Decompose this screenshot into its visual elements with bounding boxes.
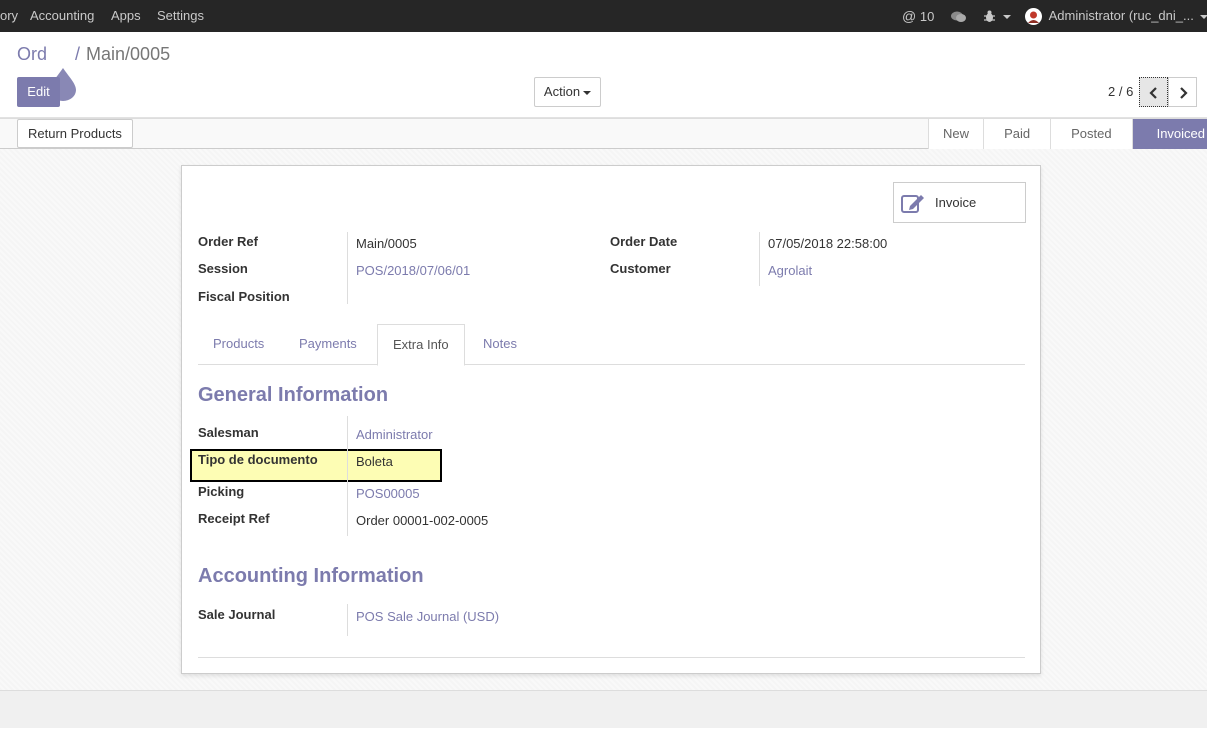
chat-icon[interactable] [950, 0, 967, 32]
picking-link[interactable]: POS00005 [356, 486, 420, 501]
invoice-button-label: Invoice [935, 195, 977, 210]
chevron-left-icon [1148, 87, 1157, 100]
menu-settings[interactable]: Settings [157, 0, 204, 32]
edit-button[interactable]: Edit [17, 77, 60, 107]
top-navbar: ory Accounting Apps Settings @ 10 Admini… [0, 0, 1207, 32]
avatar [1025, 8, 1042, 26]
salesman-link[interactable]: Administrator [356, 427, 433, 442]
breadcrumb: Ord / Main/0005 [17, 44, 170, 65]
sale-journal-link[interactable]: POS Sale Journal (USD) [356, 609, 499, 624]
menu-inventory[interactable]: ory [0, 0, 18, 32]
tab-payments[interactable]: Payments [284, 324, 372, 365]
pager-value[interactable]: 2 / 6 [1108, 84, 1133, 99]
order-date-value: 07/05/2018 22:58:00 [768, 236, 888, 251]
user-menu[interactable]: Administrator (ruc_dni_... [1025, 0, 1207, 32]
general-information-heading: General Information [198, 384, 389, 406]
fiscal-position-label: Fiscal Position [198, 289, 290, 304]
control-panel: Ord / Main/0005 Edit Action 2 / 6 [0, 32, 1207, 118]
return-products-button[interactable]: Return Products [17, 119, 133, 148]
caret-down-icon [583, 90, 592, 95]
divider [759, 232, 760, 286]
at-icon: @ [902, 8, 917, 24]
menu-apps[interactable]: Apps [111, 0, 141, 32]
order-ref-label: Order Ref [198, 234, 258, 249]
divider [347, 232, 348, 304]
caret-down-icon [1200, 14, 1207, 19]
receipt-ref-label: Receipt Ref [198, 511, 270, 526]
session-link[interactable]: POS/2018/07/06/01 [356, 263, 470, 278]
stage-posted: Posted [1050, 119, 1132, 149]
breadcrumb-current: Main/0005 [86, 44, 171, 64]
order-date-label: Order Date [610, 234, 678, 249]
stage-paid: Paid [983, 119, 1051, 149]
debug-bug-icon[interactable] [983, 0, 1011, 32]
notebook-tabs: Products Payments Extra Info Notes [198, 324, 1025, 366]
breadcrumb-separator: / [75, 44, 81, 64]
tipo-documento-value: Boleta [356, 454, 393, 469]
picking-label: Picking [198, 484, 245, 499]
stage-new: New [928, 119, 984, 149]
salesman-label: Salesman [198, 425, 259, 440]
statusbar: Return Products New Paid Posted Invoiced [0, 118, 1207, 149]
stage-pipeline: New Paid Posted Invoiced [928, 119, 1207, 149]
edit-pencil-icon [901, 195, 924, 213]
menu-accounting[interactable]: Accounting [30, 0, 94, 32]
pager-previous-button[interactable] [1139, 77, 1168, 107]
tab-extra-info[interactable]: Extra Info [377, 324, 465, 366]
invoice-smart-button[interactable]: Invoice [893, 182, 1026, 223]
tab-products[interactable]: Products [198, 324, 279, 365]
receipt-ref-value: Order 00001-002-0005 [356, 513, 489, 528]
sale-journal-label: Sale Journal [198, 607, 276, 622]
chevron-right-icon [1179, 87, 1188, 100]
accounting-information-heading: Accounting Information [198, 565, 424, 587]
mentions-button[interactable]: @ 10 [902, 0, 934, 32]
caret-down-icon [1002, 14, 1011, 19]
footer-bar [0, 690, 1207, 728]
customer-link[interactable]: Agrolait [768, 263, 812, 278]
order-ref-value: Main/0005 [356, 236, 417, 251]
customer-label: Customer [610, 261, 671, 276]
action-dropdown[interactable]: Action [534, 77, 601, 107]
action-label: Action [543, 84, 581, 99]
divider [347, 604, 348, 636]
mentions-count: 10 [919, 9, 935, 24]
form-sheet: Invoice Order Ref Main/0005 Session POS/… [181, 165, 1041, 674]
user-name: Administrator (ruc_dni_... [1048, 8, 1194, 23]
breadcrumb-parent[interactable]: Ord [17, 44, 47, 64]
tab-notes[interactable]: Notes [468, 324, 532, 365]
session-label: Session [198, 261, 248, 276]
tipo-documento-label: Tipo de documento [198, 452, 318, 467]
divider [347, 416, 348, 536]
divider [198, 657, 1025, 658]
stage-invoiced: Invoiced [1131, 119, 1207, 149]
pager-next-button[interactable] [1168, 77, 1197, 107]
